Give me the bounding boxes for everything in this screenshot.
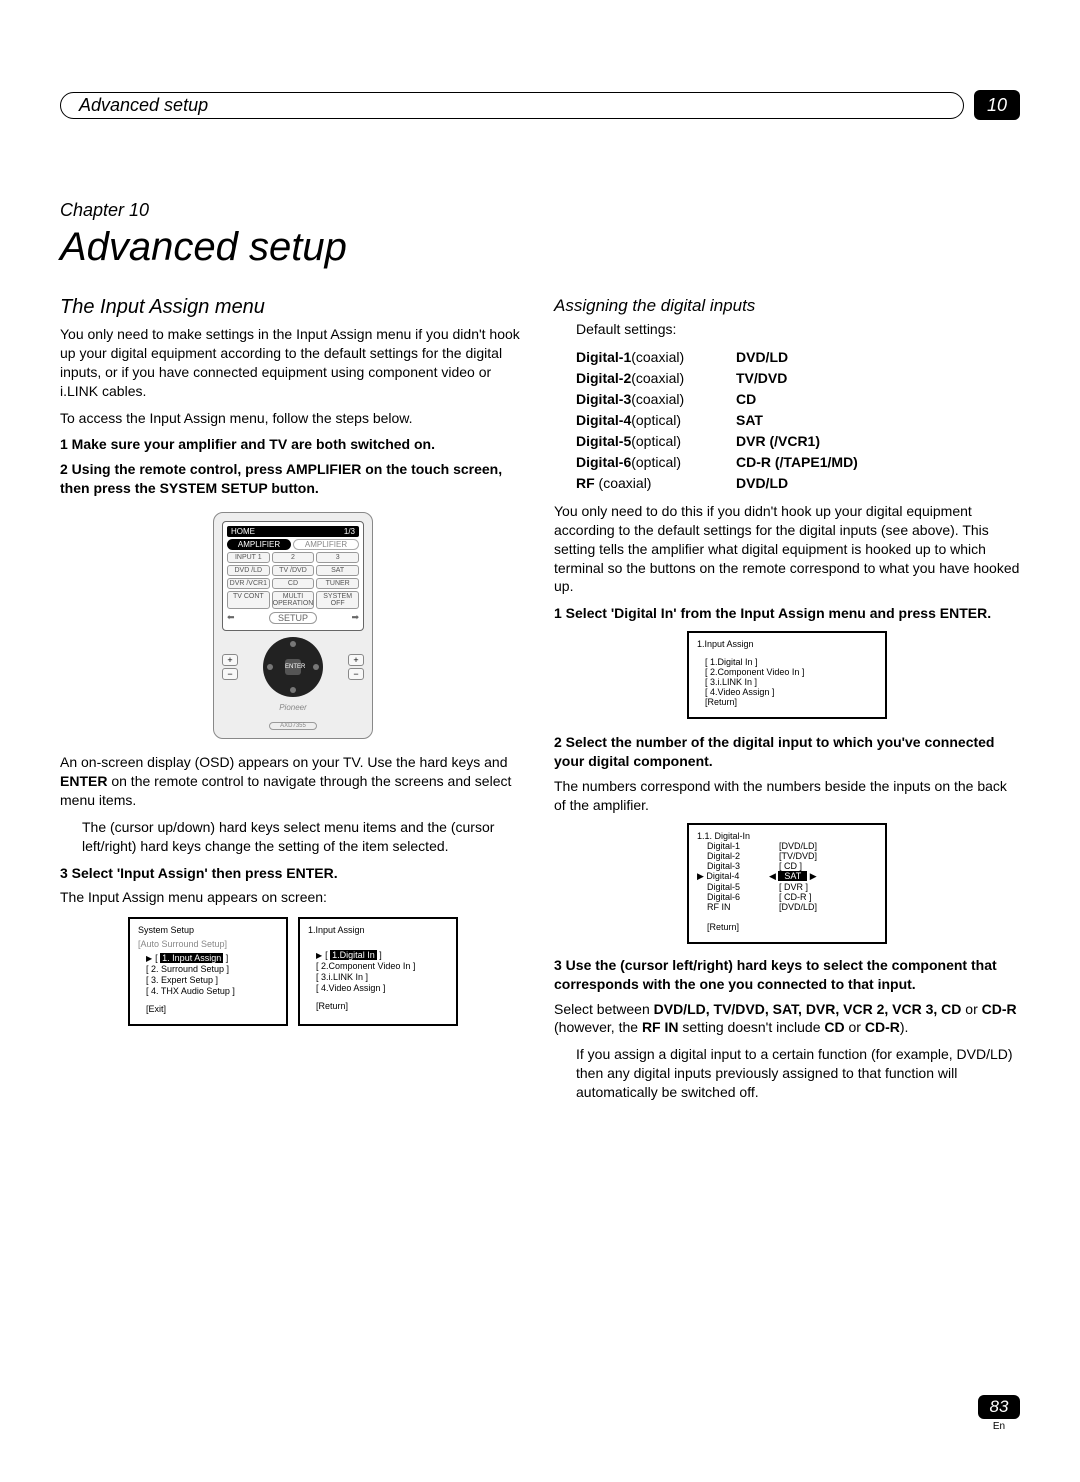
remote-touchscreen: HOME 1/3 AMPLIFIER AMPLIFIER INPUT 1 2 3… — [222, 521, 364, 631]
grid-btn: TUNER — [316, 578, 359, 589]
page-number: 83 — [978, 1395, 1020, 1419]
volume-rocker-right: +− — [348, 652, 364, 682]
setup-button: SETUP — [269, 612, 317, 624]
up-icon — [290, 641, 296, 647]
osd-item: [ 2.Component Video In ] — [705, 667, 877, 677]
left-column: The Input Assign menu You only need to m… — [60, 296, 526, 1110]
section-heading: The Input Assign menu — [60, 296, 526, 319]
osd-return: [Return] — [707, 922, 877, 932]
chapter-number-badge: 10 — [974, 90, 1020, 120]
d-pad: ENTER — [263, 637, 323, 697]
osd-title: 1.Input Assign — [697, 639, 877, 649]
defaults-list: Digital-1(coaxial)DVD/LD Digital-2(coaxi… — [576, 347, 1020, 494]
step-heading: 1 Select 'Digital In' from the Input Ass… — [554, 604, 1020, 623]
page-indicator: 1/3 — [344, 527, 355, 536]
page-footer: 83 En — [978, 1395, 1020, 1432]
grid-btn: DVR /VCR1 — [227, 578, 270, 589]
osd-item-selected: [ 1.Digital In ] — [705, 657, 877, 667]
text: hard keys and — [420, 754, 508, 770]
remote-hard-keys: +− ENTER +− — [222, 637, 364, 697]
step-heading: 2 Select the number of the digital input… — [554, 733, 1020, 771]
grid-btn: DVD /LD — [227, 565, 270, 576]
amplifier-button-inactive: AMPLIFIER — [293, 539, 359, 550]
remote-nav-row: ⬅ SETUP ➡ — [227, 612, 359, 624]
down-icon — [290, 687, 296, 693]
body-text: You only need to make settings in the In… — [60, 325, 526, 401]
breadcrumb: Advanced setup — [60, 92, 964, 119]
subsection-heading: Assigning the digital inputs — [554, 296, 1020, 316]
language-label: En — [978, 1421, 1020, 1432]
osd-item: [ 4. THX Audio Setup ] — [146, 986, 278, 996]
step-heading: 3 Use the (cursor left/right) hard keys … — [554, 956, 1020, 994]
osd-item: [ 2.Component Video In ] — [316, 961, 448, 971]
osd-figure-pair: System Setup [Auto Surround Setup] [ 1. … — [60, 917, 526, 1026]
grid-btn: SYSTEM OFF — [316, 591, 359, 609]
chapter-label: Chapter 10 — [60, 200, 1020, 221]
osd-item-selected: [ 1.Digital In ] — [316, 950, 448, 960]
grid-btn: MULTI OPERATION — [272, 591, 315, 609]
body-text: Select between DVD/LD, TV/DVD, SAT, DVR,… — [554, 1000, 1020, 1038]
osd-item-selected: [ 1. Input Assign ] — [146, 953, 278, 963]
brand-label: Pioneer — [222, 703, 364, 712]
body-text: To access the Input Assign menu, follow … — [60, 409, 526, 428]
osd-digital-in: 1.1. Digital-In Digital-1[DVD/LD] Digita… — [687, 823, 887, 944]
grid-btn: 2 — [272, 552, 315, 563]
osd-item: [ 3.i.LINK In ] — [705, 677, 877, 687]
left-icon — [267, 664, 273, 670]
osd-return: [Return] — [316, 1001, 448, 1011]
amplifier-button-active: AMPLIFIER — [227, 539, 291, 550]
grid-btn: SAT — [316, 565, 359, 576]
remote-amp-row: AMPLIFIER AMPLIFIER — [227, 539, 359, 550]
right-icon — [313, 664, 319, 670]
osd-input-assign-2: 1.Input Assign [ 1.Digital In ] [ 2.Comp… — [687, 631, 887, 719]
body-text: The numbers correspond with the numbers … — [554, 777, 1020, 815]
osd-input-assign: 1.Input Assign [ 1.Digital In ] [ 2.Comp… — [298, 917, 458, 1026]
model-label: AXD7355 — [222, 714, 364, 730]
text: An on-screen display (OSD) appears on yo… — [60, 754, 416, 770]
osd-title: System Setup — [138, 925, 278, 935]
osd-grey-item: [Auto Surround Setup] — [138, 939, 278, 949]
osd-item: [ 4.Video Assign ] — [705, 687, 877, 697]
right-arrow-icon: ➡ — [351, 612, 359, 624]
text: on the remote control to navigate throug… — [60, 773, 511, 808]
grid-btn: TV CONT — [227, 591, 270, 609]
osd-item: [ 3.i.LINK In ] — [316, 972, 448, 982]
right-column: Assigning the digital inputs Default set… — [554, 296, 1020, 1110]
bullet-text: If you assign a digital input to a certa… — [576, 1045, 1020, 1102]
grid-btn: 3 — [316, 552, 359, 563]
osd-row-selected: ▶ Digital-4◀ SAT ▶ — [697, 871, 877, 882]
remote-home-bar: HOME 1/3 — [227, 526, 359, 537]
osd-title: 1.1. Digital-In — [697, 831, 877, 841]
body-text: You only need to do this if you didn't h… — [554, 502, 1020, 596]
osd-item: [ 3. Expert Setup ] — [146, 975, 278, 985]
step-heading: 2 Using the remote control, press AMPLIF… — [60, 460, 526, 498]
body-text: The Input Assign menu appears on screen: — [60, 888, 526, 907]
osd-return: [Exit] — [146, 1004, 278, 1014]
grid-btn: TV /DVD — [272, 565, 315, 576]
home-label: HOME — [231, 527, 255, 536]
volume-rocker-left: +− — [222, 652, 238, 682]
grid-btn: CD — [272, 578, 315, 589]
body-text: An on-screen display (OSD) appears on yo… — [60, 753, 526, 810]
osd-system-setup: System Setup [Auto Surround Setup] [ 1. … — [128, 917, 288, 1026]
step-heading: 3 Select 'Input Assign' then press ENTER… — [60, 864, 526, 883]
osd-title: 1.Input Assign — [308, 925, 448, 935]
text-bold: ENTER — [60, 773, 107, 789]
defaults-label: Default settings: — [576, 320, 1020, 339]
page-header: Advanced setup 10 — [60, 90, 1020, 120]
osd-return: [Return] — [705, 697, 877, 707]
left-arrow-icon: ⬅ — [227, 612, 235, 624]
osd-item: [ 2. Surround Setup ] — [146, 964, 278, 974]
step-heading: 1 Make sure your amplifier and TV are bo… — [60, 435, 526, 454]
bullet-text: The (cursor up/down) hard keys select me… — [82, 818, 526, 856]
chapter-title: Advanced setup — [60, 225, 1020, 270]
grid-btn: INPUT 1 — [227, 552, 270, 563]
osd-item: [ 4.Video Assign ] — [316, 983, 448, 993]
remote-control-figure: HOME 1/3 AMPLIFIER AMPLIFIER INPUT 1 2 3… — [213, 512, 373, 739]
remote-input-grid: INPUT 1 2 3 DVD /LD TV /DVD SAT DVR /VCR… — [227, 552, 359, 609]
enter-button: ENTER — [285, 659, 301, 675]
